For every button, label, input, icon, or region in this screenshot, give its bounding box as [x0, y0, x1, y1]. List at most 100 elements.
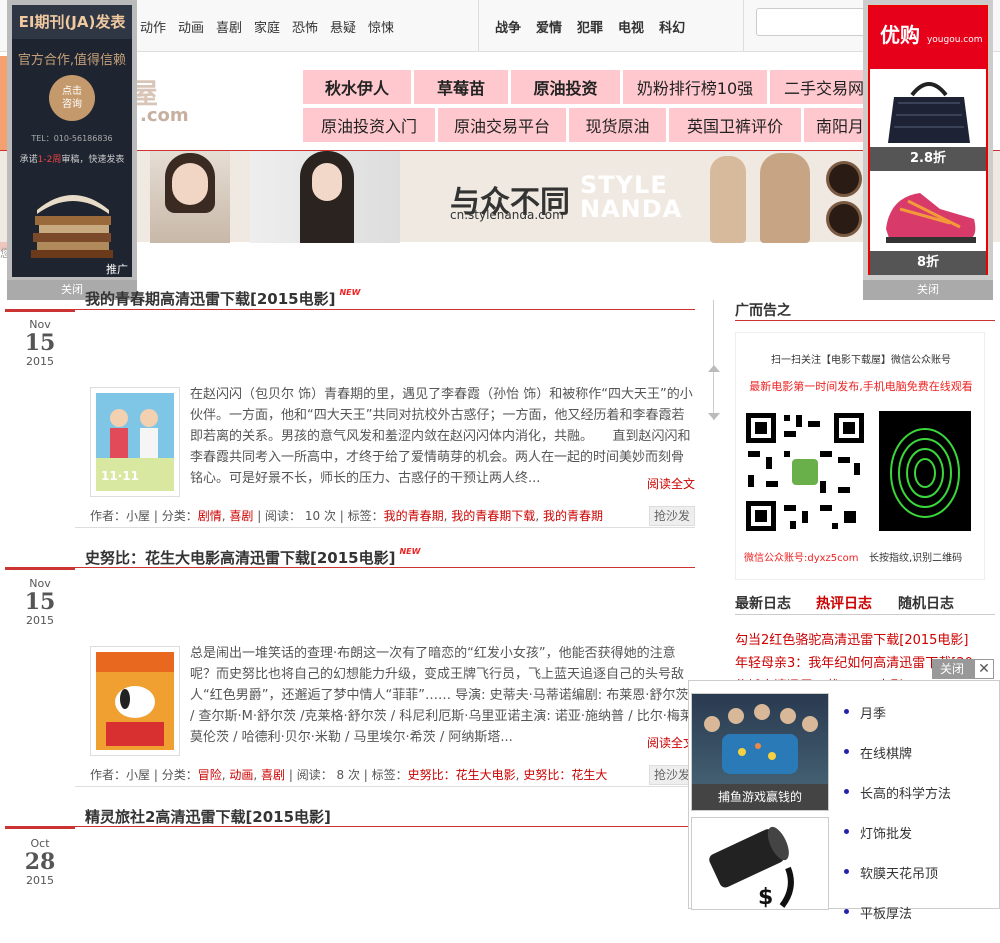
nav-family[interactable]: 家庭	[254, 17, 292, 36]
comment-button[interactable]: 抢沙发	[648, 506, 695, 526]
read-more-link[interactable]: 阅读全文	[647, 475, 695, 492]
consult-button-line1: 点击	[62, 86, 82, 97]
qr-hint: 长按指纹,识别二维码	[869, 553, 963, 564]
new-badge: NEW	[399, 547, 421, 556]
tag-label: 标签：	[371, 768, 408, 782]
left-ad-title: EI期刊(JA)发表	[12, 5, 132, 39]
popup-link-list: 月季 在线棋牌 长高的科学方法 灯饰批发 软膜天花吊顶 平板厚法	[844, 703, 951, 943]
nav-comedy[interactable]: 喜剧	[216, 17, 254, 36]
category-label: 分类：	[161, 509, 198, 523]
tab-hot[interactable]: 热评日志	[816, 593, 872, 613]
popup-link[interactable]: 灯饰批发	[844, 823, 951, 863]
pink-menu-item[interactable]: 奶粉排行榜10强	[623, 70, 767, 104]
nav-tv[interactable]: 电视	[618, 17, 644, 36]
post-author: 作者：小屋	[90, 768, 151, 782]
scroll-down-icon[interactable]	[708, 413, 720, 420]
pink-menu-item[interactable]: 南阳月	[804, 108, 865, 142]
tab-random[interactable]: 随机日志	[898, 593, 954, 613]
left-floating-ad[interactable]: EI期刊(JA)发表 官方合作,值得信赖 点击 咨询 TEL：010-561868…	[7, 0, 137, 300]
tag-link[interactable]: 我的青春期下载	[451, 509, 535, 523]
close-icon[interactable]: ✕	[974, 659, 994, 679]
fishing-game-image	[704, 704, 818, 774]
banner-brand-line1: STYLE	[580, 171, 668, 199]
tag-link[interactable]: 我的青春期	[543, 509, 603, 523]
popup-link[interactable]: 在线棋牌	[844, 743, 951, 783]
qr-code-icon	[744, 411, 866, 533]
left-ad-promise: 承诺1-2周审稿，快速发表	[12, 152, 132, 165]
left-ad-tagline: 官方合作,值得信赖	[17, 53, 127, 68]
banner-ad[interactable]: 与众不同 cn.stylenanda.com STYLE NANDA	[0, 150, 1000, 243]
post-thumbnail[interactable]: 11·11	[90, 387, 180, 497]
genre-nav-group-1: 动作 动画 喜剧 家庭 恐怖 悬疑 惊悚	[140, 0, 406, 52]
pink-menu-item[interactable]: 原油交易平台	[438, 108, 566, 142]
tabs-divider	[735, 614, 995, 615]
promise-b: 1-2周	[37, 155, 62, 165]
post-date: Oct 28 2015	[10, 837, 70, 887]
right-ad-body[interactable]: 优购 yougou.com 2.8折 8折	[868, 5, 988, 275]
category-link[interactable]: 喜剧	[261, 768, 285, 782]
tab-latest[interactable]: 最新日志	[735, 593, 791, 613]
pink-menu-item[interactable]: 原油投资入门	[303, 108, 435, 142]
right-floating-ad[interactable]: 优购 yougou.com 2.8折 8折 关闭	[863, 0, 993, 300]
nav-war[interactable]: 战争	[495, 17, 521, 36]
post-day: 28	[24, 849, 56, 875]
sidebar-list-item[interactable]: 勾当2红色骆驼高清迅雷下载[2015电影]	[735, 629, 969, 648]
promise-a: 承诺	[19, 155, 38, 165]
category-link[interactable]: 冒险	[198, 768, 222, 782]
post-year: 2015	[26, 614, 54, 627]
promo-label: 推广	[106, 263, 128, 276]
popup-link[interactable]: 月季	[844, 703, 951, 743]
consult-button-line2: 咨询	[62, 99, 82, 110]
post-title-text[interactable]: 我的青春期高清迅雷下载[2015电影]	[85, 290, 335, 308]
popup-ad-image-2[interactable]: $	[691, 817, 829, 910]
category-link[interactable]: 喜剧	[229, 509, 253, 523]
popup-ad-caption: 捕鱼游戏赢钱的	[692, 784, 828, 810]
bottom-popup-ad[interactable]: 捕鱼游戏赢钱的 $ 月季 在线棋牌 长高的科学方法 灯饰批发 软膜天花吊顶 平板…	[688, 680, 1000, 922]
read-count: 阅读： 10 次	[265, 509, 336, 523]
pink-menu-item[interactable]: 二手交易网	[770, 70, 865, 104]
pink-menu-item[interactable]: 草莓苗	[414, 70, 508, 104]
movie-poster-image: 11·11	[96, 393, 174, 491]
nav-animation[interactable]: 动画	[178, 17, 216, 36]
post-excerpt: 在赵闪闪（包贝尔 饰）青春期的里，遇见了李春霞（孙怡 饰）和被称作“四大天王”的…	[190, 387, 693, 486]
fingerprint-icon	[890, 428, 960, 518]
post-title[interactable]: 精灵旅社2高清迅雷下载[2015电影]	[85, 806, 331, 827]
post-title-text[interactable]: 史努比：花生大电影高清迅雷下载[2015电影]	[85, 549, 395, 567]
right-ad-close-button[interactable]: 关闭	[863, 280, 993, 300]
left-ad-body[interactable]: EI期刊(JA)发表 官方合作,值得信赖 点击 咨询 TEL：010-561868…	[12, 5, 132, 277]
nav-action[interactable]: 动作	[140, 17, 178, 36]
popup-link[interactable]: 长高的科学方法	[844, 783, 951, 823]
nav-crime[interactable]: 犯罪	[577, 17, 603, 36]
nav-scifi[interactable]: 科幻	[659, 17, 685, 36]
wechat-qr-ad[interactable]: 扫一扫关注【电影下载屋】微信公众账号 最新电影第一时间发布,手机电脑免费在线观看…	[735, 332, 985, 580]
popup-ad-image[interactable]: 捕鱼游戏赢钱的	[691, 693, 829, 811]
popup-link[interactable]: 平板厚法	[844, 903, 951, 943]
pink-menu-item[interactable]: 现货原油	[569, 108, 666, 142]
post-meta: 作者：小屋 | 分类：冒险, 动画, 喜剧 | 阅读： 8 次 | 标签：史努比…	[75, 765, 695, 787]
oil-barrel-image: $	[709, 826, 794, 910]
nav-suspense[interactable]: 悬疑	[330, 17, 368, 36]
banner-brand-line2: NANDA	[580, 195, 683, 223]
consult-button[interactable]: 点击 咨询	[49, 75, 95, 121]
category-link[interactable]: 剧情	[198, 509, 222, 523]
post-day: 15	[24, 330, 56, 356]
banner-model-face	[172, 163, 208, 205]
cosmetic-compact-icon	[826, 161, 862, 197]
popup-link[interactable]: 软膜天花吊顶	[844, 863, 951, 903]
pink-menu-item[interactable]: 秋水伊人	[303, 70, 411, 104]
pink-menu-item[interactable]: 原油投资	[511, 70, 620, 104]
category-link[interactable]: 动画	[229, 768, 253, 782]
nav-thriller[interactable]: 惊悚	[368, 17, 406, 36]
qr-account: 微信公众账号:dyxz5com	[744, 553, 859, 564]
tag-link[interactable]: 史努比：花生大	[523, 768, 607, 782]
tag-link[interactable]: 我的青春期	[384, 509, 444, 523]
post-title[interactable]: 史努比：花生大电影高清迅雷下载[2015电影] NEW	[85, 547, 420, 568]
post-title[interactable]: 我的青春期高清迅雷下载[2015电影] NEW	[85, 288, 360, 309]
scroll-up-icon[interactable]	[708, 365, 720, 372]
nav-romance[interactable]: 爱情	[536, 17, 562, 36]
post-thumbnail[interactable]	[90, 646, 180, 756]
nav-horror[interactable]: 恐怖	[292, 17, 330, 36]
tag-link[interactable]: 史努比：花生大电影	[408, 768, 516, 782]
search-input[interactable]	[756, 8, 866, 36]
pink-menu-item[interactable]: 英国卫裤评价	[669, 108, 801, 142]
